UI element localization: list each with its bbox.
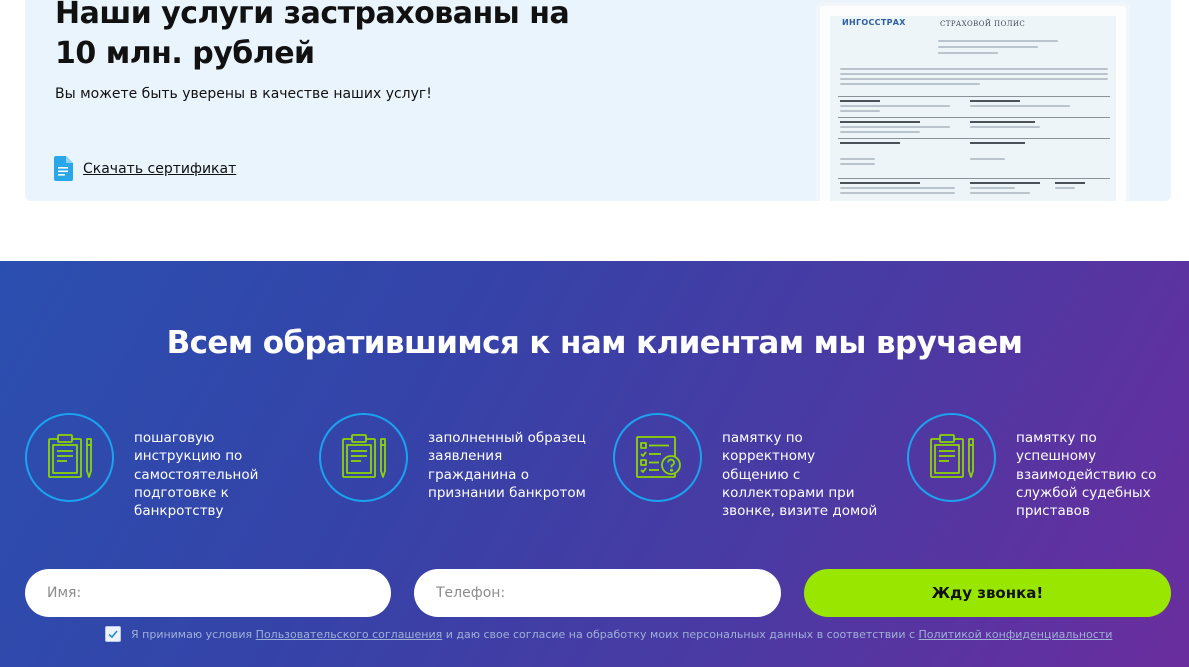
download-certificate-label: Скачать сертификат	[83, 160, 237, 177]
consent-text-2: и даю свое согласие на обработку моих пе…	[445, 627, 916, 641]
feature-item-sample-application: заполненный образец заявления гражданина…	[319, 413, 589, 513]
insurance-title: Наши услуги застрахованы на 10 млн. рубл…	[55, 0, 570, 71]
user-agreement-link[interactable]: Пользовательского соглашения	[256, 628, 443, 641]
feature-text: памятку по успешному взаимодействию со с…	[1016, 430, 1157, 520]
download-certificate-link[interactable]: Скачать сертификат	[54, 156, 236, 181]
phone-input[interactable]	[414, 569, 781, 617]
feature-text: заполненный образец заявления гражданина…	[428, 430, 586, 501]
checkmark-icon	[108, 630, 118, 639]
clipboard-pencil-icon	[342, 434, 386, 478]
request-call-button[interactable]: Жду звонка!	[804, 569, 1171, 617]
insurance-card: Наши услуги застрахованы на 10 млн. рубл…	[25, 0, 1171, 201]
feature-item-collectors-memo: памятку по корректному общению с коллект…	[613, 413, 883, 519]
feature-icon-circle	[25, 413, 114, 502]
consent-text-1: Я принимаю условия	[131, 627, 253, 641]
clipboard-pencil-icon	[48, 434, 92, 478]
feature-icon-circle	[319, 413, 408, 502]
checklist-question-icon	[636, 436, 681, 478]
promo-section: Всем обратившимся к нам клиентам мы вруч…	[0, 261, 1189, 667]
insurance-certificate-image: ИНГОССТРАХ СТРАХОВОЙ ПОЛИС	[820, 6, 1126, 201]
feature-icon-circle	[907, 413, 996, 502]
feature-item-instruction: пошаговую инструкцию по самостоятельной …	[25, 413, 295, 519]
feature-item-bailiffs-memo: памятку по успешному взаимодействию со с…	[907, 413, 1177, 519]
privacy-policy-link[interactable]: Политикой конфиденциальности	[919, 628, 1113, 641]
feature-text: памятку по корректному общению с коллект…	[722, 430, 878, 520]
consent-checkbox[interactable]	[105, 626, 121, 642]
feature-text: пошаговую инструкцию по самостоятельной …	[134, 430, 259, 520]
feature-icon-circle	[613, 413, 702, 502]
insurance-subtitle: Вы можете быть уверены в качестве наших …	[55, 86, 432, 102]
clipboard-pencil-icon	[930, 434, 974, 478]
promo-title: Всем обратившимся к нам клиентам мы вруч…	[166, 325, 1023, 361]
document-icon	[54, 156, 73, 181]
certificate-brand: ИНГОССТРАХ	[842, 18, 906, 27]
certificate-title: СТРАХОВОЙ ПОЛИС	[940, 20, 1026, 28]
consent-row: Я принимаю условия Пользовательского сог…	[105, 626, 1112, 642]
name-input[interactable]	[25, 569, 391, 617]
